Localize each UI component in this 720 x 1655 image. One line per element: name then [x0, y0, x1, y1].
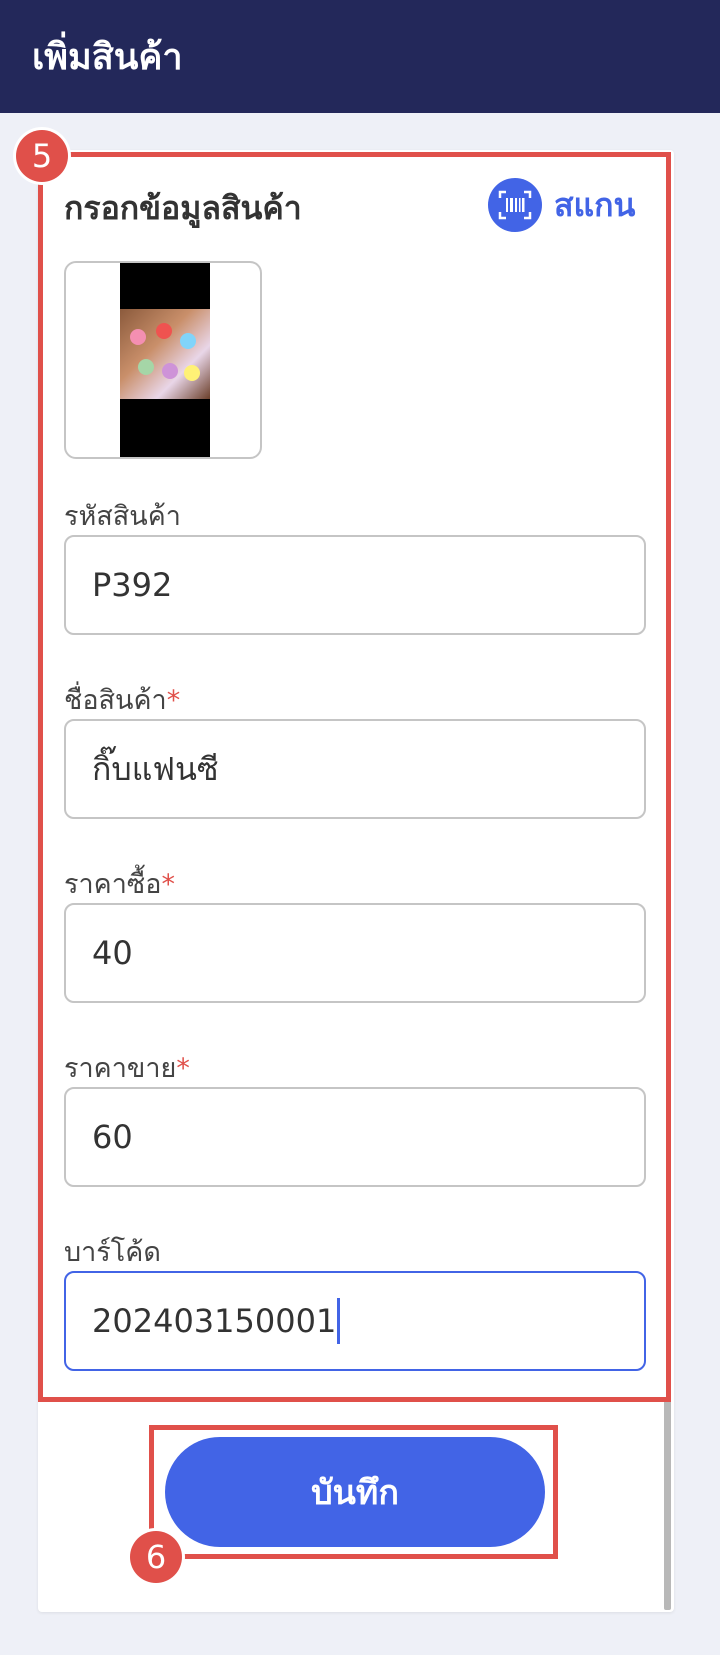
app-header: เพิ่มสินค้า [0, 0, 720, 113]
callout-box-5 [38, 152, 671, 1402]
callout-badge-5: 5 [16, 130, 68, 182]
callout-box-6 [149, 1425, 558, 1559]
callout-badge-6: 6 [130, 1531, 182, 1583]
page-title: เพิ่มสินค้า [32, 37, 183, 78]
scrollbar[interactable] [664, 1398, 671, 1610]
